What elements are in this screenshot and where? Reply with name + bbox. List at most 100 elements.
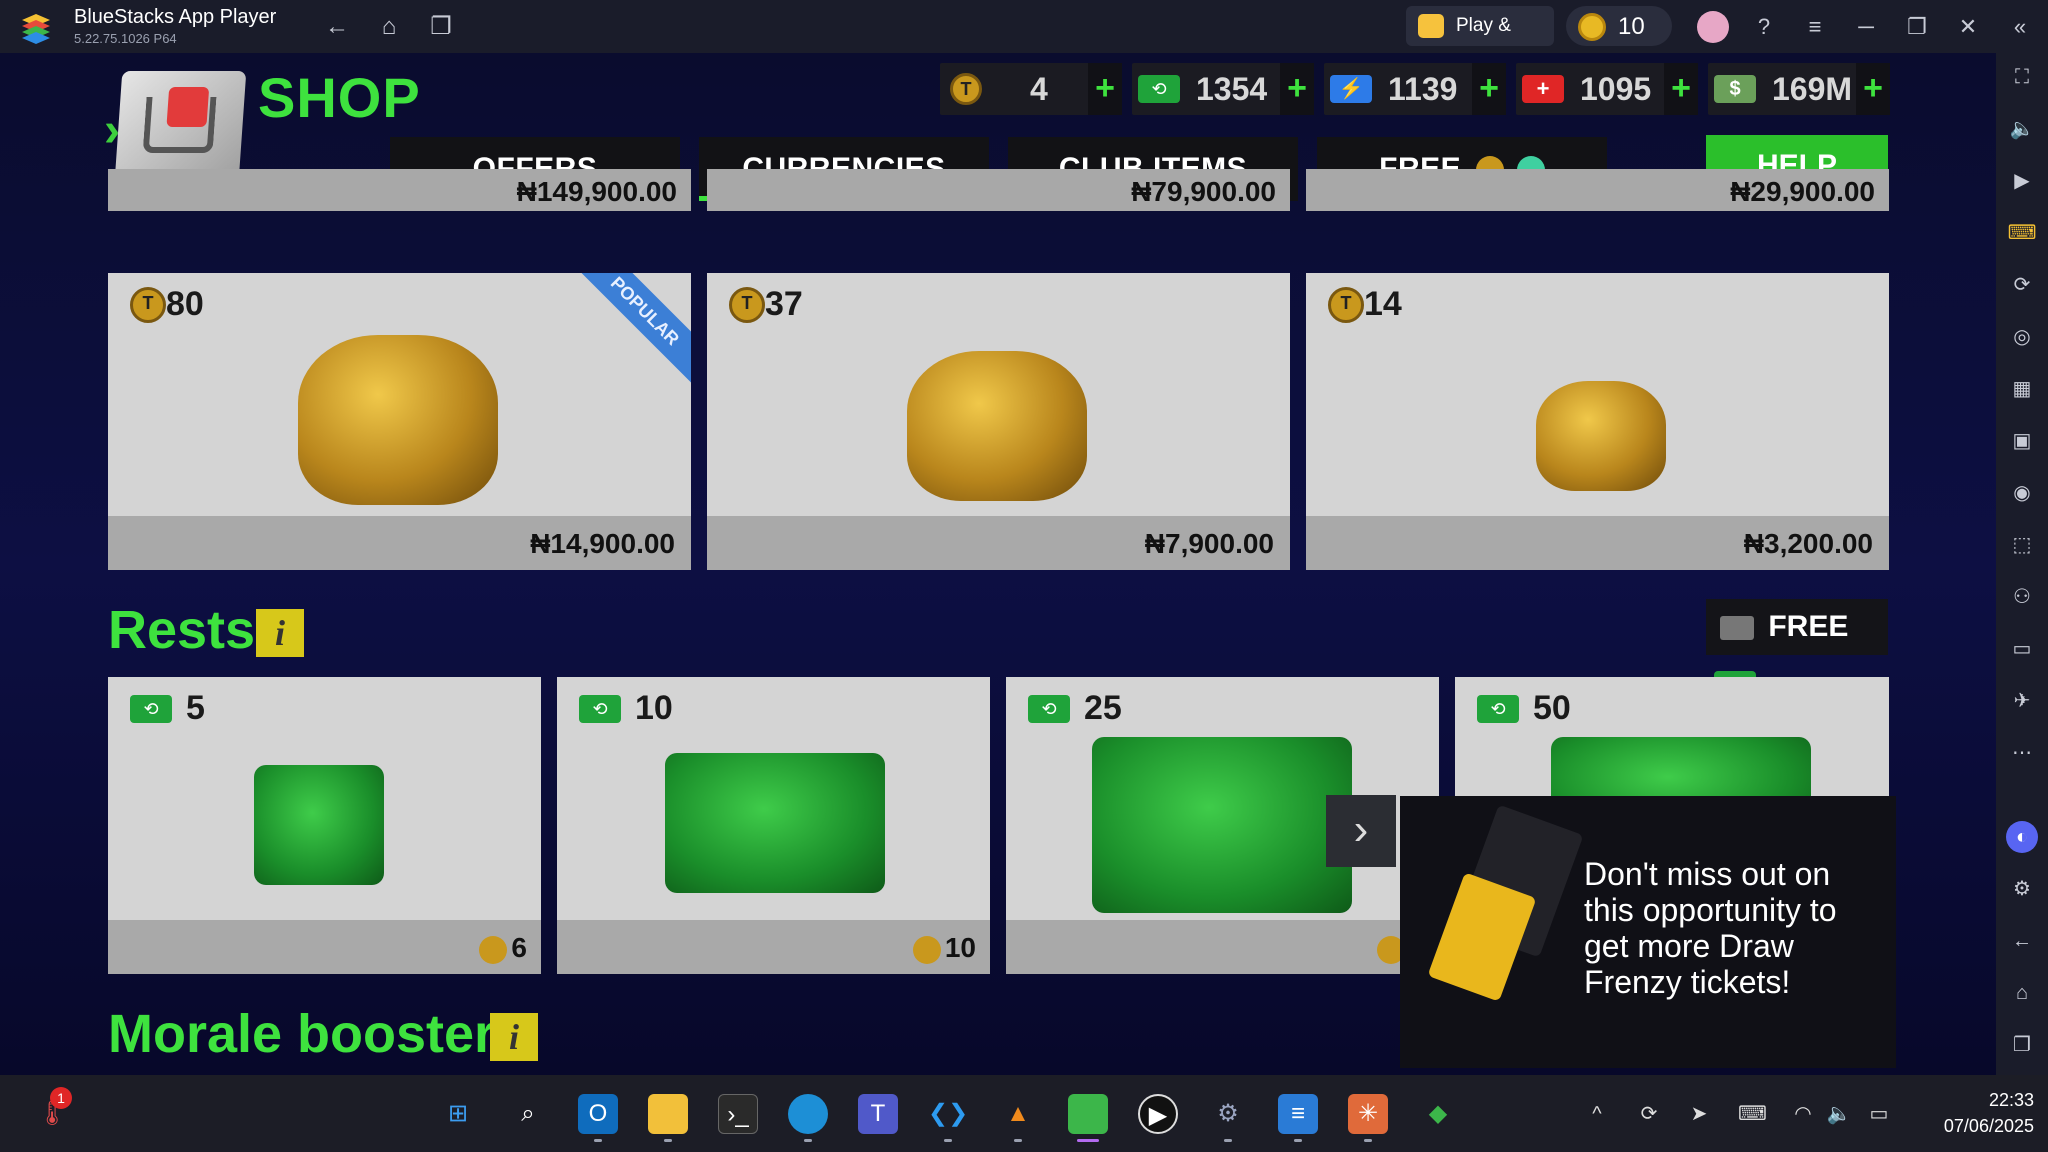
coin-stack-medium-icon [907,351,1087,501]
macro-icon[interactable]: ⟳ [2006,269,2038,301]
carousel-next-button[interactable]: › [1326,795,1396,867]
apk-install-icon[interactable]: ▣ [2006,425,2038,457]
recent-apps-icon[interactable]: ❐ [426,12,456,42]
pack-amount: 50 [1533,689,1571,727]
currency-rest-cash[interactable]: ⟲ 1354 + [1132,63,1314,115]
notification-message: Don't miss out on this opportunity to ge… [1584,856,1837,1000]
bluestacks-taskbar-icon[interactable] [1068,1094,1108,1142]
pack-amount: 5 [186,689,205,727]
home-icon[interactable]: ⌂ [374,12,404,42]
info-icon[interactable]: i [490,1013,538,1061]
page-title: SHOP [258,66,421,129]
currency-money[interactable]: $ 169M + [1708,63,1890,115]
screenshot-icon[interactable]: ◉ [2006,477,2038,509]
bluestacks-coins[interactable]: 10 [1566,6,1672,46]
battery-icon[interactable]: ▭ [1866,1101,1892,1127]
section-title-rests: Rests [108,600,256,660]
discord-icon[interactable]: ◐ [2006,821,2038,853]
edge-icon[interactable] [788,1094,828,1142]
keyboard-controls-icon[interactable]: ⌨ [2006,217,2038,249]
performance-icon[interactable]: ▦ [2006,373,2038,405]
collapse-sidebar-icon[interactable]: « [2004,12,2036,42]
recent-apps-icon[interactable]: ❐ [2006,1029,2038,1061]
close-icon[interactable]: ✕ [1952,12,1984,42]
rest-cash-icon: ⟲ [1477,695,1519,723]
folder-icon[interactable]: ▭ [2006,633,2038,665]
rest-cash-icon: ⟲ [1028,695,1070,723]
add-currency-button[interactable]: + [1664,63,1698,115]
minimize-icon[interactable]: ─ [1850,12,1882,42]
notification-badge: 1 [50,1087,72,1109]
home-icon[interactable]: ⌂ [2006,977,2038,1009]
bluestacks-multi-icon[interactable]: ◆ [1418,1094,1458,1134]
rest-cash-icon: ⟲ [1138,75,1180,103]
pack-price[interactable]: ₦149,900.00 [108,169,691,211]
t-pack-card[interactable]: T 14 ₦3,200.00 [1306,273,1889,570]
t-pack-card[interactable]: T 80 POPULAR ₦14,900.00 [108,273,691,570]
volume-icon[interactable]: 🔈 [1826,1101,1852,1127]
vscode-icon[interactable]: ❮❯ [928,1094,968,1142]
free-rest-button[interactable]: FREE [1706,599,1888,698]
rest-cash-icon: ⟲ [130,695,172,723]
terminal-icon[interactable]: ›_ [718,1094,758,1134]
sync-icon[interactable]: ⟳ [1636,1101,1662,1127]
rest-pack-card[interactable]: ⟲ 5 6 [108,677,541,974]
t-coin-icon: T [950,73,982,105]
back-icon[interactable]: ← [322,12,352,42]
clock[interactable]: 22:33 07/06/2025 [1918,1087,2034,1139]
pack-price: ₦7,900.00 [1144,528,1274,559]
media-player-icon[interactable]: ▶ [1138,1094,1178,1134]
t-pack-card[interactable]: T 37 ₦7,900.00 [707,273,1290,570]
restore-icon[interactable]: ❐ [1901,12,1933,42]
teams-icon[interactable]: T [858,1094,898,1134]
money-icon: $ [1714,75,1756,103]
pack-amount: 10 [635,689,673,727]
free-label: FREE [1768,610,1849,643]
help-icon[interactable]: ? [1748,12,1780,42]
more-icon[interactable]: ⋯ [2006,737,2038,769]
pack-price[interactable]: ₦79,900.00 [707,169,1290,211]
outlook-icon[interactable]: O [578,1094,618,1142]
chevron-up-icon[interactable]: ^ [1584,1101,1610,1127]
claude-icon[interactable]: ✳ [1348,1094,1388,1142]
game-viewport[interactable]: › SHOP T 4 + ⟲ 1354 + ⚡ 1139 + + 1095 + … [0,53,1996,1075]
settings-icon[interactable]: ⚙ [1208,1094,1248,1142]
t-coin-icon: T [130,287,166,323]
currency-t-coins[interactable]: T 4 + [940,63,1122,115]
wifi-icon[interactable]: ◠ [1790,1101,1816,1127]
avatar[interactable] [1697,11,1729,43]
currency-energy[interactable]: ⚡ 1139 + [1324,63,1506,115]
menu-icon[interactable]: ≡ [1799,12,1831,42]
volume-icon[interactable]: 🔈 [2006,113,2038,145]
media-icon[interactable]: ▶ [2006,165,2038,197]
pack-price: ₦3,200.00 [1743,528,1873,559]
send-icon[interactable]: ➤ [1686,1101,1712,1127]
record-icon[interactable]: ⬚ [2006,529,2038,561]
vlc-icon[interactable]: ▲ [998,1094,1038,1142]
back-icon[interactable]: ← [2006,925,2038,957]
file-explorer-icon[interactable] [648,1094,688,1142]
rest-cash-icon: ⟲ [579,695,621,723]
draw-frenzy-ticket-icon [1427,872,1537,1002]
pack-price[interactable]: ₦29,900.00 [1306,169,1889,211]
currency-medical[interactable]: + 1095 + [1516,63,1698,115]
keyboard-icon[interactable]: ⌨ [1738,1101,1767,1127]
airplane-icon[interactable]: ✈ [2006,685,2038,717]
draw-frenzy-notification[interactable]: Don't miss out on this opportunity to ge… [1400,796,1896,1068]
add-currency-button[interactable]: + [1856,63,1890,115]
play-earn-button[interactable]: Play & Earn [1406,6,1554,76]
multi-instance-icon[interactable]: ⚇ [2006,581,2038,613]
rotate-icon[interactable]: ◎ [2006,321,2038,353]
search-icon[interactable]: ⌕ [508,1094,548,1134]
add-currency-button[interactable]: + [1088,63,1122,115]
fullscreen-icon[interactable]: ⛶ [2006,61,2038,93]
currency-value: 1354 [1196,71,1268,107]
info-icon[interactable]: i [256,609,304,657]
settings-gear-icon[interactable]: ⚙ [2006,873,2038,905]
rest-pack-card[interactable]: ⟲ 10 10 [557,677,990,974]
start-windows-icon[interactable]: ⊞ [438,1094,478,1134]
notepad-icon[interactable]: ≡ [1278,1094,1318,1142]
add-currency-button[interactable]: + [1472,63,1506,115]
pack-amount: 80 [166,285,204,323]
add-currency-button[interactable]: + [1280,63,1314,115]
